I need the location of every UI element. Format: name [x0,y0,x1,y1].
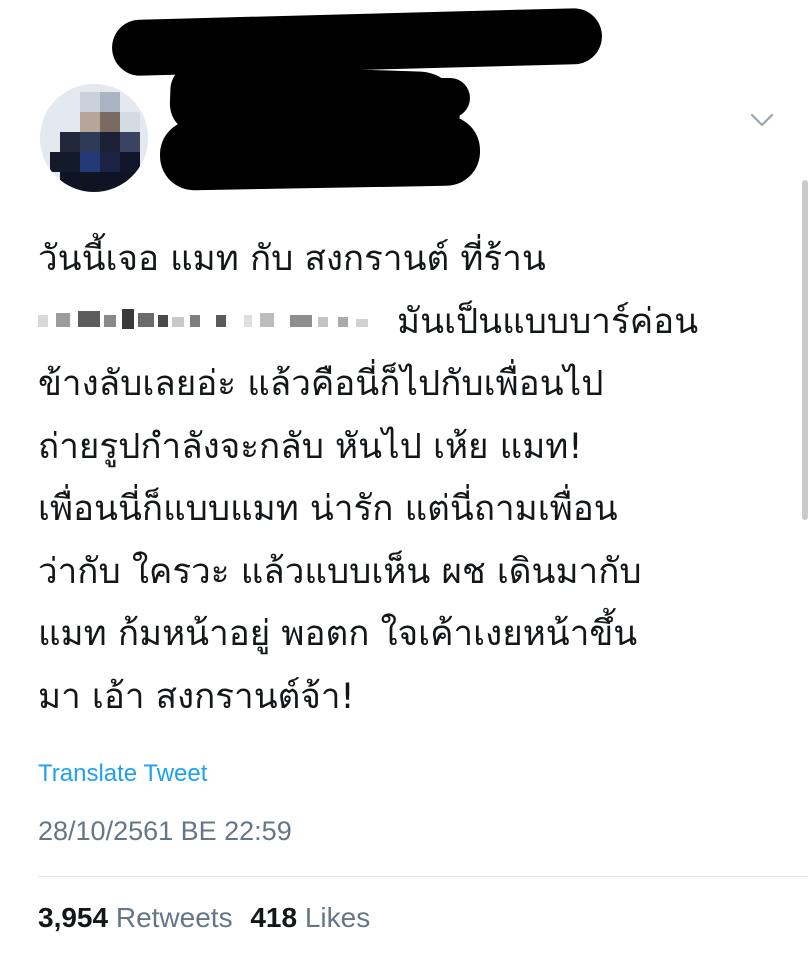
retweets-count: 3,954 [38,902,109,933]
redacted-username-part [360,78,470,118]
redacted-handle [159,115,481,191]
likes-label: Likes [304,902,371,933]
chevron-down-icon [750,113,774,127]
translate-tweet-link[interactable]: Translate Tweet [38,760,207,788]
pixelated-shop-name [38,308,368,329]
scrollbar[interactable] [802,180,808,520]
tweet-text-line-6: ว่ากับ ใครวะ แล้วแบบเห็น ผช เดินมากับ [38,551,642,592]
divider [38,876,808,877]
tweet-text-line-5: เพื่อนนี่ก็แบบแมท น่ารัก แต่นี่ถามเพื่อน [38,489,618,529]
retweets-label: Retweets [115,902,233,933]
more-options-button[interactable] [748,110,776,130]
tweet-text-line-8: มา เอ้า สงกรานต์จ้า! [38,676,355,717]
tweet-text-line-4: ถ่ายรูปกำลังจะกลับ หันไป เห้ย แมท! [38,426,583,467]
tweet-stats: 3,954 Retweets 418 Likes [38,902,380,934]
tweet-text-line-1: วันนี้เจอ แมท กับ สงกรานต์ ที่ร้าน [38,239,546,279]
tweet-text-line-7: แมท ก้มหน้าอยู่ พอตก ใจเค้าเงยหน้าขึ้น [38,614,638,654]
retweets-stat[interactable]: 3,954 Retweets [38,902,233,933]
likes-count: 418 [250,902,298,933]
tweet-text-line-3: ข้างลับเลยอ่ะ แล้วคือนี่ก็ไปกับเพื่อนไป [38,364,604,404]
avatar[interactable] [40,84,148,192]
likes-stat[interactable]: 418 Likes [250,902,370,933]
tweet-text: วันนี้เจอ แมท กับ สงกรานต์ ที่ร้าน มันเป… [38,228,778,728]
tweet-text-line-2-text: มันเป็นแบบบาร์ค่อน [397,301,699,342]
tweet-text-line-2: มันเป็นแบบบาร์ค่อน [38,291,778,354]
tweet-header [0,0,808,220]
tweet-timestamp[interactable]: 28/10/2561 BE 22:59 [38,816,292,847]
pixelated-avatar-image [40,84,148,192]
